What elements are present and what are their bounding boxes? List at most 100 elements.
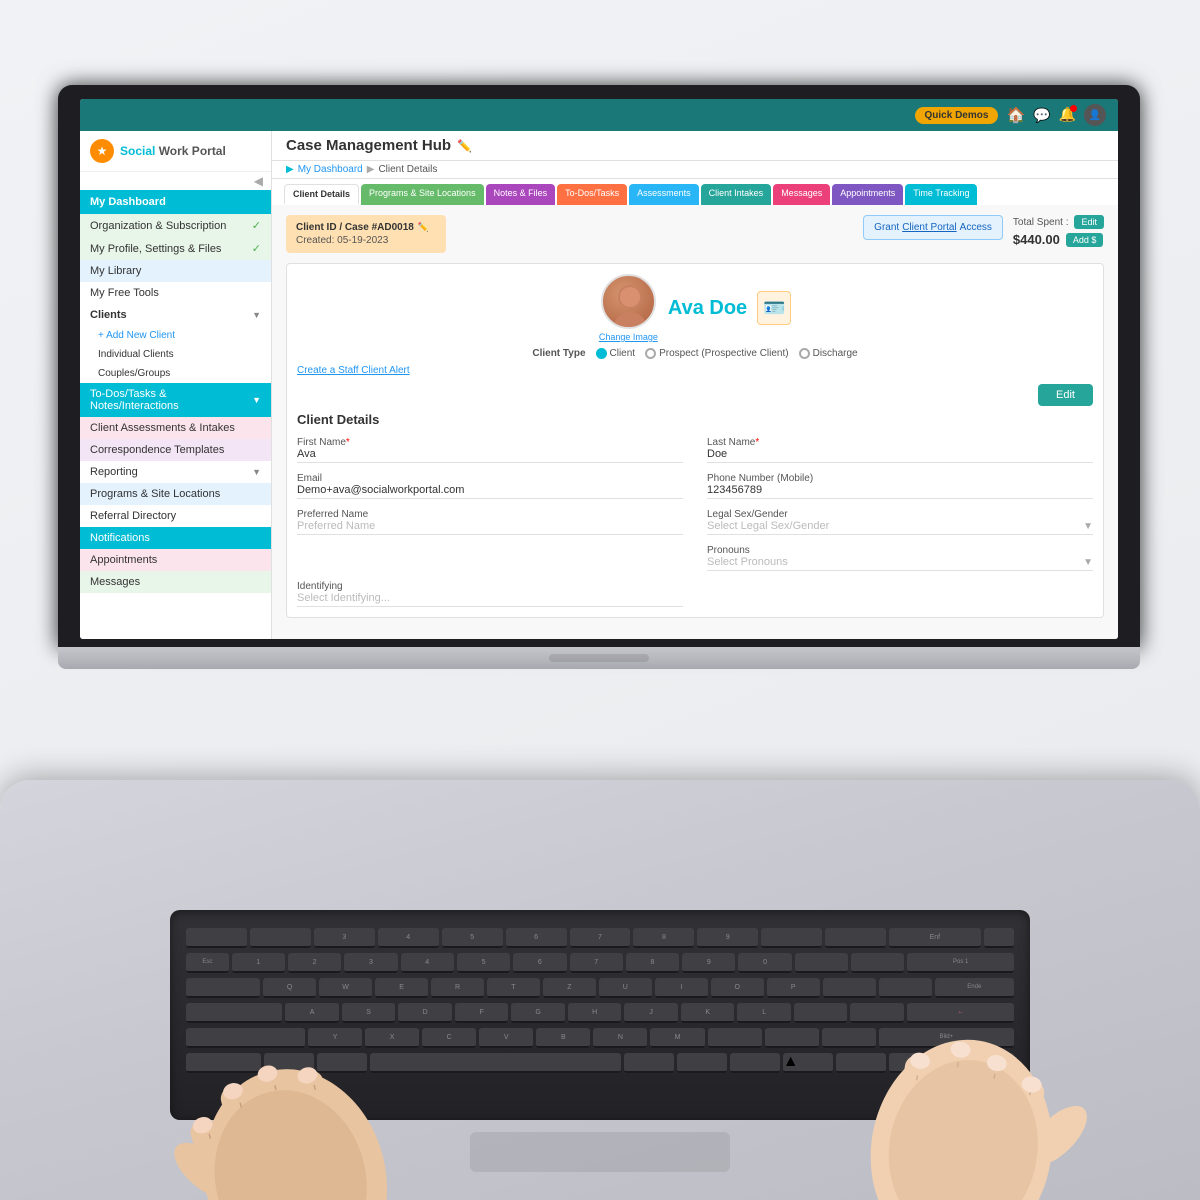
- preferred-label: Preferred Name: [297, 509, 683, 520]
- browser-chrome: Quick Demos 🏠 💬 🔔 👤: [80, 99, 1118, 131]
- tab-intakes[interactable]: Client Intakes: [701, 184, 772, 205]
- sidebar-sub-add-client[interactable]: + Add New Client: [80, 326, 271, 345]
- main-content: Case Management Hub ✏️ ▶ My Dashboard ▶ …: [272, 131, 1118, 639]
- grant-portal-box: Grant Client Portal Access: [863, 215, 1003, 240]
- email-value: Demo+ava@socialworkportal.com: [297, 484, 683, 499]
- tab-programs[interactable]: Programs & Site Locations: [361, 184, 484, 205]
- grant-suffix: Access: [960, 222, 992, 233]
- client-profile-card: Change Image Ava Doe 🪪 Client Type: [286, 263, 1104, 618]
- sidebar-item-referral[interactable]: Referral Directory: [80, 505, 271, 527]
- sidebar-sub-individual[interactable]: Individual Clients: [80, 345, 271, 364]
- sidebar: ★ Social Work Portal ◀ My Dashboard Orga…: [80, 131, 272, 639]
- sidebar-item-profile[interactable]: My Profile, Settings & Files ✓: [80, 237, 271, 260]
- sidebar-collapse-icon[interactable]: ◀: [254, 174, 263, 188]
- first-name-value: Ava: [297, 448, 683, 463]
- id-badge-icon: 🪪: [757, 291, 791, 325]
- client-portal-link[interactable]: Client Portal: [902, 222, 956, 233]
- phone-value: 123456789: [707, 484, 1093, 499]
- preferred-placeholder: Preferred Name: [297, 520, 683, 535]
- user-avatar[interactable]: 👤: [1084, 104, 1106, 126]
- edit-main-button[interactable]: Edit: [1038, 384, 1093, 406]
- change-image-link[interactable]: Change Image: [599, 332, 658, 342]
- breadcrumb-home-icon: ▶: [286, 164, 294, 175]
- sidebar-item-free-tools[interactable]: My Free Tools: [80, 282, 271, 304]
- case-info-box: Client ID / Case #AD0018 ✏️ Created: 05-…: [286, 215, 446, 253]
- sidebar-item-library[interactable]: My Library: [80, 260, 271, 282]
- chevron-legal-sex: ▼: [1083, 521, 1093, 532]
- breadcrumb-home-link[interactable]: My Dashboard: [298, 164, 363, 175]
- case-created: Created: 05-19-2023: [296, 235, 436, 246]
- tab-client-details[interactable]: Client Details: [284, 184, 359, 205]
- client-details-title: Client Details: [297, 412, 1093, 427]
- sidebar-item-messages[interactable]: Messages: [80, 571, 271, 593]
- identifying-label: Identifying: [297, 581, 683, 592]
- tab-todos[interactable]: To-Dos/Tasks: [557, 184, 627, 205]
- breadcrumb-separator: ▶: [367, 164, 375, 175]
- sidebar-item-todos[interactable]: To-Dos/Tasks & Notes/Interactions ▼: [80, 383, 271, 417]
- field-preferred-name: Preferred Name Preferred Name: [297, 509, 683, 535]
- edit-total-button[interactable]: Edit: [1074, 215, 1104, 229]
- breadcrumb-current: Client Details: [378, 164, 437, 175]
- identifying-select[interactable]: Select Identifying...: [297, 592, 390, 604]
- content-area: Client ID / Case #AD0018 ✏️ Created: 05-…: [272, 205, 1118, 639]
- sidebar-item-notifications[interactable]: Notifications: [80, 527, 271, 549]
- client-type-row: Client Type Client Prospect (Prospective…: [297, 348, 1093, 359]
- radio-prospect[interactable]: Prospect (Prospective Client): [645, 348, 789, 359]
- page-title: Case Management Hub: [286, 137, 451, 154]
- field-email: Email Demo+ava@socialworkportal.com: [297, 473, 683, 499]
- tabs-row: Client Details Programs & Site Locations…: [272, 179, 1118, 205]
- field-first-name: First Name* Ava: [297, 437, 683, 463]
- sidebar-item-dashboard[interactable]: My Dashboard: [80, 190, 271, 214]
- sidebar-item-reporting[interactable]: Reporting ▼: [80, 461, 271, 483]
- client-details-section: Client Details First Name* Ava: [297, 412, 1093, 607]
- field-phone: Phone Number (Mobile) 123456789: [707, 473, 1093, 499]
- case-id: Client ID / Case #AD0018 ✏️: [296, 222, 436, 233]
- field-legal-sex: Legal Sex/Gender Select Legal Sex/Gender…: [707, 509, 1093, 535]
- case-edit-icon[interactable]: ✏️: [418, 222, 429, 233]
- total-spent-label: Total Spent :: [1013, 217, 1069, 228]
- tab-notes[interactable]: Notes & Files: [486, 184, 556, 205]
- sidebar-item-clients[interactable]: Clients ▼: [80, 304, 271, 326]
- edit-pencil-icon[interactable]: ✏️: [457, 139, 472, 153]
- logo: ★ Social Work Portal: [80, 131, 271, 172]
- chat-icon[interactable]: 💬: [1033, 107, 1050, 124]
- phone-label: Phone Number (Mobile): [707, 473, 1093, 484]
- pronouns-label: Pronouns: [707, 545, 1093, 556]
- radio-discharge[interactable]: Discharge: [799, 348, 858, 359]
- last-name-value: Doe: [707, 448, 1093, 463]
- arrow-reporting: ▼: [252, 467, 261, 477]
- total-amount: $440.00: [1013, 232, 1060, 247]
- field-pronouns: Pronouns Select Pronouns ▼: [707, 545, 1093, 571]
- sidebar-item-appointments[interactable]: Appointments: [80, 549, 271, 571]
- sidebar-sub-couples[interactable]: Couples/Groups: [80, 364, 271, 383]
- checkmark-icon: ✓: [252, 219, 261, 232]
- sidebar-item-programs[interactable]: Programs & Site Locations: [80, 483, 271, 505]
- legal-sex-select[interactable]: Select Legal Sex/Gender: [707, 520, 829, 532]
- add-money-button[interactable]: Add $: [1066, 233, 1104, 247]
- sidebar-item-assessments[interactable]: Client Assessments & Intakes: [80, 417, 271, 439]
- pronouns-select[interactable]: Select Pronouns: [707, 556, 788, 568]
- notification-icon-wrapper[interactable]: 🔔: [1059, 106, 1076, 124]
- field-last-name: Last Name* Doe: [707, 437, 1093, 463]
- sidebar-item-correspondence[interactable]: Correspondence Templates: [80, 439, 271, 461]
- client-name: Ava Doe: [668, 297, 747, 320]
- tab-appointments[interactable]: Appointments: [832, 184, 903, 205]
- client-avatar: Change Image: [599, 274, 658, 342]
- quick-demos-button[interactable]: Quick Demos: [915, 107, 999, 124]
- grant-label: Grant: [874, 222, 899, 233]
- home-icon[interactable]: 🏠: [1006, 106, 1025, 124]
- arrow-down-icon: ▼: [252, 310, 261, 320]
- tab-assessments[interactable]: Assessments: [629, 184, 699, 205]
- total-spent-panel: Total Spent : Edit $440.00 Add $: [1013, 215, 1104, 247]
- logo-icon: ★: [90, 139, 114, 163]
- tab-messages[interactable]: Messages: [773, 184, 830, 205]
- tab-time-tracking[interactable]: Time Tracking: [905, 184, 977, 205]
- sidebar-item-org[interactable]: Organization & Subscription ✓: [80, 214, 271, 237]
- legal-sex-label: Legal Sex/Gender: [707, 509, 1093, 520]
- email-label: Email: [297, 473, 683, 484]
- staff-alert-link[interactable]: Create a Staff Client Alert: [297, 365, 410, 376]
- radio-client[interactable]: Client: [596, 348, 636, 359]
- breadcrumb: ▶ My Dashboard ▶ Client Details: [272, 161, 1118, 179]
- checkmark-icon-2: ✓: [252, 242, 261, 255]
- field-identifying: Identifying Select Identifying...: [297, 581, 683, 607]
